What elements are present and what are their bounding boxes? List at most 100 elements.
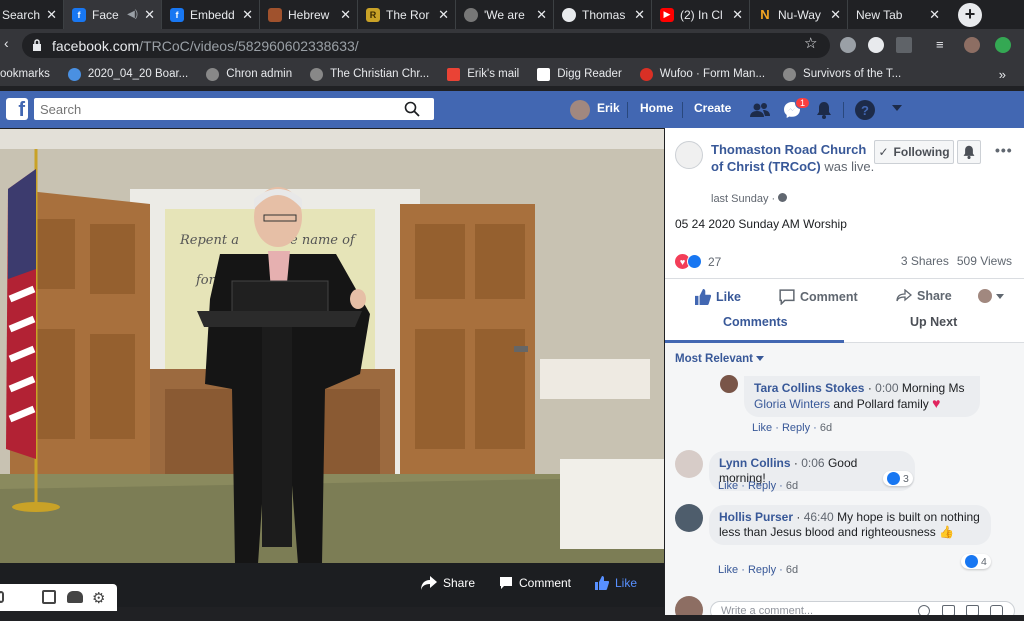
- user-avatar[interactable]: [570, 100, 590, 120]
- close-icon[interactable]: ✕: [340, 7, 351, 23]
- search-icon[interactable]: [404, 101, 420, 117]
- create-link[interactable]: Create: [694, 101, 731, 115]
- close-icon[interactable]: ✕: [144, 7, 155, 23]
- close-icon[interactable]: ✕: [438, 7, 449, 23]
- video-tools-panel: ⚙: [0, 584, 117, 611]
- close-icon[interactable]: ✕: [929, 7, 940, 23]
- new-tab-button[interactable]: +: [958, 2, 982, 27]
- edit-icon[interactable]: [42, 590, 56, 604]
- comment-like-count[interactable]: 4: [961, 554, 991, 569]
- tab-youtube[interactable]: ▶ (2) In Cl ✕: [652, 0, 750, 29]
- avatar[interactable]: [675, 504, 703, 532]
- caret-down-icon[interactable]: [892, 105, 902, 111]
- bookmarks-overflow-button[interactable]: »: [999, 67, 1006, 82]
- facebook-logo[interactable]: f: [6, 98, 28, 120]
- close-icon[interactable]: ✕: [242, 7, 253, 23]
- search-input[interactable]: [34, 98, 434, 120]
- sticker-icon[interactable]: [990, 605, 1003, 615]
- close-icon[interactable]: ✕: [634, 7, 645, 23]
- profile-avatar[interactable]: [964, 37, 980, 53]
- video-comment-button[interactable]: Comment: [499, 576, 571, 590]
- video-like-button[interactable]: Like: [595, 576, 637, 590]
- comment-reply-link[interactable]: Reply: [748, 480, 776, 492]
- address-bar-row: ‹ facebook.com/TRCoC/videos/582960602338…: [0, 29, 1024, 62]
- comment-reply-link[interactable]: Reply: [748, 564, 776, 576]
- emoji-icon[interactable]: [918, 605, 930, 615]
- notifications-button[interactable]: [957, 140, 981, 164]
- comment-button[interactable]: Comment: [779, 289, 858, 305]
- video-player[interactable]: Repent a e name of for th: [0, 129, 664, 607]
- thumbs-up-icon: [595, 576, 609, 590]
- tab-up-next[interactable]: Up Next: [910, 315, 957, 329]
- bookmark-star-icon[interactable]: ☆: [804, 34, 817, 52]
- video-share-button[interactable]: Share: [421, 576, 475, 590]
- bookmark-item[interactable]: Survivors of the T...: [783, 67, 901, 81]
- tab-embed[interactable]: f Embedd ✕: [162, 0, 260, 29]
- shares-count[interactable]: 3 Shares: [901, 254, 949, 268]
- tab-the-ror[interactable]: R The Ror ✕: [358, 0, 456, 29]
- comment-timestamp[interactable]: 0:06: [801, 456, 824, 470]
- bookmark-item[interactable]: Wufoo · Form Man...: [639, 67, 765, 81]
- gear-icon[interactable]: ⚙: [92, 589, 105, 607]
- comment-timestamp[interactable]: 0:00: [875, 381, 898, 395]
- help-extension-icon[interactable]: [868, 37, 884, 53]
- avatar[interactable]: [720, 375, 738, 393]
- more-options-icon[interactable]: •••: [995, 142, 1013, 158]
- page-avatar[interactable]: [675, 141, 703, 169]
- red-heart-icon: ♥: [932, 395, 941, 411]
- tab-new-tab[interactable]: New Tab ✕: [848, 0, 946, 29]
- people-icon[interactable]: [67, 591, 83, 603]
- url-bar[interactable]: facebook.com/TRCoC/videos/58296060233863…: [22, 33, 830, 58]
- bookmark-item[interactable]: Chron admin: [206, 67, 292, 81]
- gif-icon[interactable]: [966, 605, 979, 615]
- like-button[interactable]: Like: [695, 289, 741, 305]
- comment-like-count[interactable]: 3: [883, 471, 913, 486]
- comment-author[interactable]: Lynn Collins: [719, 456, 791, 470]
- chevron-left-icon[interactable]: ‹: [4, 35, 9, 51]
- bookmark-item[interactable]: ookmarks: [0, 68, 50, 80]
- grid-extension-icon[interactable]: [896, 37, 912, 53]
- tab-comments[interactable]: Comments: [723, 315, 788, 329]
- tab-facebook[interactable]: f Face ◀) ✕: [64, 0, 162, 29]
- comment-timestamp[interactable]: 46:40: [804, 510, 834, 524]
- avatar[interactable]: [675, 450, 703, 478]
- camera-icon[interactable]: [942, 605, 955, 615]
- close-icon[interactable]: ✕: [830, 7, 841, 23]
- tab-search[interactable]: Search ✕: [0, 0, 64, 29]
- friends-icon[interactable]: [750, 100, 770, 120]
- tab-hebrew[interactable]: Hebrew ✕: [260, 0, 358, 29]
- facebook-header: f Erik Home Create 1 ?: [0, 91, 1024, 128]
- bookmark-item[interactable]: Erik's mail: [447, 67, 519, 81]
- close-icon[interactable]: ✕: [732, 7, 743, 23]
- profile-link[interactable]: Erik: [597, 101, 620, 115]
- comment-reply-link[interactable]: Reply: [782, 422, 810, 434]
- comment-like-link[interactable]: Like: [718, 564, 738, 576]
- bell-icon[interactable]: [814, 100, 834, 120]
- tab-we-are[interactable]: 'We are ✕: [456, 0, 554, 29]
- bookmark-item[interactable]: Digg Reader: [537, 67, 622, 81]
- comment-author[interactable]: Hollis Purser: [719, 510, 793, 524]
- like-reaction-icon: [687, 254, 702, 269]
- update-icon[interactable]: [995, 37, 1011, 53]
- url-path: /TRCoC/videos/582960602338633/: [139, 37, 359, 54]
- globe-icon: [783, 67, 797, 81]
- following-button[interactable]: ✓ Following: [874, 140, 954, 164]
- sort-dropdown[interactable]: Most Relevant: [675, 353, 765, 365]
- mention-link[interactable]: Gloria Winters: [754, 397, 830, 411]
- share-button[interactable]: Share: [896, 289, 952, 303]
- close-icon[interactable]: ✕: [46, 7, 57, 23]
- comment-like-link[interactable]: Like: [752, 422, 772, 434]
- close-icon[interactable]: ✕: [536, 7, 547, 23]
- reaction-summary[interactable]: ♥ 27: [675, 254, 721, 269]
- tab-thomas[interactable]: Thomas ✕: [554, 0, 652, 29]
- help-icon[interactable]: ?: [855, 100, 875, 120]
- comment-like-link[interactable]: Like: [718, 480, 738, 492]
- media-control-icon[interactable]: ≡: [936, 37, 952, 53]
- comment-author[interactable]: Tara Collins Stokes: [754, 381, 864, 395]
- bookmark-item[interactable]: The Christian Chr...: [310, 67, 429, 81]
- bookmark-item[interactable]: 2020_04_20 Boar...: [67, 67, 188, 81]
- home-link[interactable]: Home: [640, 101, 673, 115]
- drive-extension-icon[interactable]: [840, 37, 856, 53]
- tab-nu-way[interactable]: N Nu-Way ✕: [750, 0, 848, 29]
- post-as-selector[interactable]: [978, 289, 1004, 303]
